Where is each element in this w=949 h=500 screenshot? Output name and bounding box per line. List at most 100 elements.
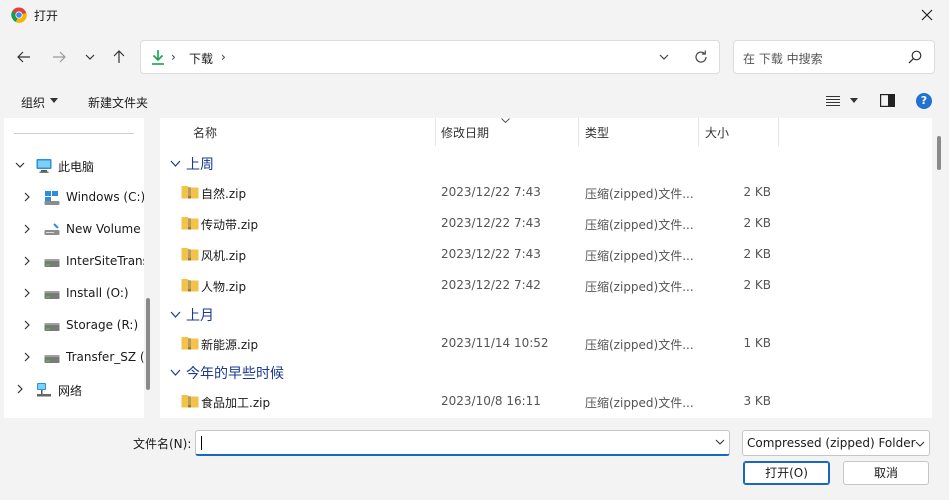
chevron-down-icon[interactable] — [656, 49, 672, 65]
group-label: 上周 — [186, 157, 214, 173]
file-name: 人物.zip — [201, 280, 247, 294]
breadcrumb-downloads[interactable]: 下载 — [189, 50, 213, 67]
breadcrumb-separator[interactable]: › — [221, 50, 226, 64]
refresh-icon[interactable] — [693, 49, 709, 65]
sort-caret-icon — [501, 118, 510, 123]
chevron-down-icon[interactable] — [170, 159, 181, 168]
file-name: 风机.zip — [201, 249, 247, 263]
chevron-down-icon[interactable] — [170, 310, 181, 319]
sidebar-divider — [14, 133, 134, 134]
up-button[interactable] — [108, 46, 130, 68]
help-icon: ? — [920, 94, 928, 107]
group-label: 今年的早些时候 — [186, 366, 284, 382]
file-date: 2023/12/22 7:43 — [441, 185, 541, 199]
chevron-right-icon[interactable] — [21, 287, 33, 299]
column-header-date[interactable]: 修改日期 — [441, 124, 489, 152]
title-bar: 打开 — [0, 0, 949, 30]
chevron-down-icon[interactable] — [170, 368, 181, 377]
file-list-scrollbar[interactable] — [937, 136, 941, 170]
pc-icon — [36, 159, 52, 173]
new-folder-button[interactable]: 新建文件夹 — [88, 94, 148, 111]
column-separator[interactable] — [778, 118, 779, 146]
file-name: 传动带.zip — [201, 218, 259, 232]
column-separator[interactable] — [435, 118, 436, 146]
file-row[interactable]: 食品加工.zip 2023/10/8 16:11 压缩(zipped)文件...… — [160, 388, 932, 414]
file-date: 2023/12/22 7:42 — [441, 278, 541, 292]
chevron-down-icon[interactable] — [715, 439, 725, 445]
column-header-size[interactable]: 大小 — [705, 124, 729, 152]
sidebar-item-label: Install (O:) — [66, 286, 129, 300]
chevron-right-icon[interactable] — [21, 319, 33, 331]
close-button[interactable] — [905, 0, 949, 30]
arrow-up-icon — [113, 50, 125, 63]
chevron-right-icon[interactable] — [21, 191, 33, 203]
help-button[interactable]: ? — [916, 93, 932, 109]
sidebar-item-install[interactable]: Install (O:) — [4, 281, 144, 307]
drive-icon — [44, 323, 60, 331]
sidebar-scrollbar[interactable] — [146, 298, 150, 390]
search-placeholder: 在 下载 中搜索 — [743, 52, 823, 66]
file-list: 名称 修改日期 类型 大小 上周 自然.zip 2023/12/22 7:43 … — [160, 118, 932, 418]
file-row[interactable]: 人物.zip 2023/12/22 7:42 压缩(zipped)文件... 2… — [160, 272, 932, 298]
caret-down-icon[interactable] — [850, 98, 858, 103]
sidebar-item-drive-c[interactable]: Windows (C:) — [4, 185, 144, 211]
search-input[interactable]: 在 下载 中搜索 — [733, 40, 935, 74]
group-label: 上月 — [186, 308, 214, 324]
back-button[interactable] — [13, 46, 35, 68]
chevron-down-icon[interactable] — [14, 159, 26, 171]
file-row[interactable]: 传动带.zip 2023/12/22 7:43 压缩(zipped)文件... … — [160, 210, 932, 236]
address-bar[interactable]: › 下载 › — [140, 40, 720, 74]
sidebar-item-network[interactable]: 网络 — [4, 377, 144, 403]
cancel-button[interactable]: 取消 — [843, 461, 929, 485]
recent-locations-button[interactable] — [79, 46, 101, 68]
file-size: 2 KB — [743, 247, 771, 261]
zip-folder-icon — [181, 279, 199, 292]
column-separator[interactable] — [698, 118, 699, 146]
caret-down-icon[interactable] — [50, 98, 58, 103]
zip-folder-icon — [181, 337, 199, 350]
file-row[interactable]: 风机.zip 2023/12/22 7:43 压缩(zipped)文件... 2… — [160, 241, 932, 267]
chevron-right-icon[interactable] — [21, 255, 33, 267]
file-type: 压缩(zipped)文件... — [585, 280, 694, 294]
windows-drive-icon — [44, 191, 60, 205]
sidebar-item-drive-d[interactable]: New Volume (D:) — [4, 217, 144, 243]
file-row[interactable]: 新能源.zip 2023/11/14 10:52 压缩(zipped)文件...… — [160, 330, 932, 356]
view-list-icon[interactable] — [826, 95, 840, 107]
preview-pane-icon[interactable] — [880, 94, 895, 107]
file-date: 2023/12/22 7:43 — [441, 247, 541, 261]
column-separator[interactable] — [578, 118, 579, 146]
file-row[interactable]: 自然.zip 2023/12/22 7:43 压缩(zipped)文件... 2… — [160, 179, 932, 205]
chevron-right-icon[interactable] — [21, 223, 33, 235]
filename-input[interactable] — [195, 430, 730, 456]
sidebar-item-transfer-sz[interactable]: Transfer_SZ ( — [4, 345, 144, 371]
drive-icon — [44, 291, 60, 299]
sidebar-item-label: InterSiteTransfer ( — [66, 254, 144, 268]
close-icon — [921, 9, 933, 21]
file-type: 压缩(zipped)文件... — [585, 187, 694, 201]
file-name: 自然.zip — [201, 187, 247, 201]
chevron-right-icon[interactable] — [21, 351, 33, 363]
file-size: 1 KB — [743, 336, 771, 350]
sidebar-item-this-pc[interactable]: 此电脑 — [4, 153, 144, 179]
column-header-type[interactable]: 类型 — [585, 124, 609, 152]
file-type-value: Compressed (zipped) Folder — [747, 436, 916, 450]
search-icon — [908, 50, 922, 64]
file-size: 2 KB — [743, 278, 771, 292]
chevron-down-icon[interactable] — [915, 441, 925, 447]
sidebar-item-label: Storage (R:) — [66, 318, 139, 332]
window-title: 打开 — [34, 9, 59, 23]
sidebar-item-storage[interactable]: Storage (R:) — [4, 313, 144, 339]
sidebar-item-intersite-transfer[interactable]: InterSiteTransfer ( — [4, 249, 144, 275]
drive-icon — [44, 355, 60, 363]
forward-button[interactable] — [48, 46, 70, 68]
organize-menu[interactable]: 组织 — [21, 94, 45, 111]
network-drive-icon — [44, 223, 60, 235]
file-type: 压缩(zipped)文件... — [585, 218, 694, 232]
chevron-right-icon[interactable] — [14, 383, 26, 395]
breadcrumb-separator[interactable]: › — [171, 50, 176, 64]
open-button[interactable]: 打开(O) — [743, 461, 830, 485]
file-type-select[interactable]: Compressed (zipped) Folder — [742, 430, 930, 456]
column-header-name[interactable]: 名称 — [193, 124, 217, 152]
file-name: 新能源.zip — [201, 338, 259, 352]
filename-label: 文件名(N): — [133, 437, 192, 451]
